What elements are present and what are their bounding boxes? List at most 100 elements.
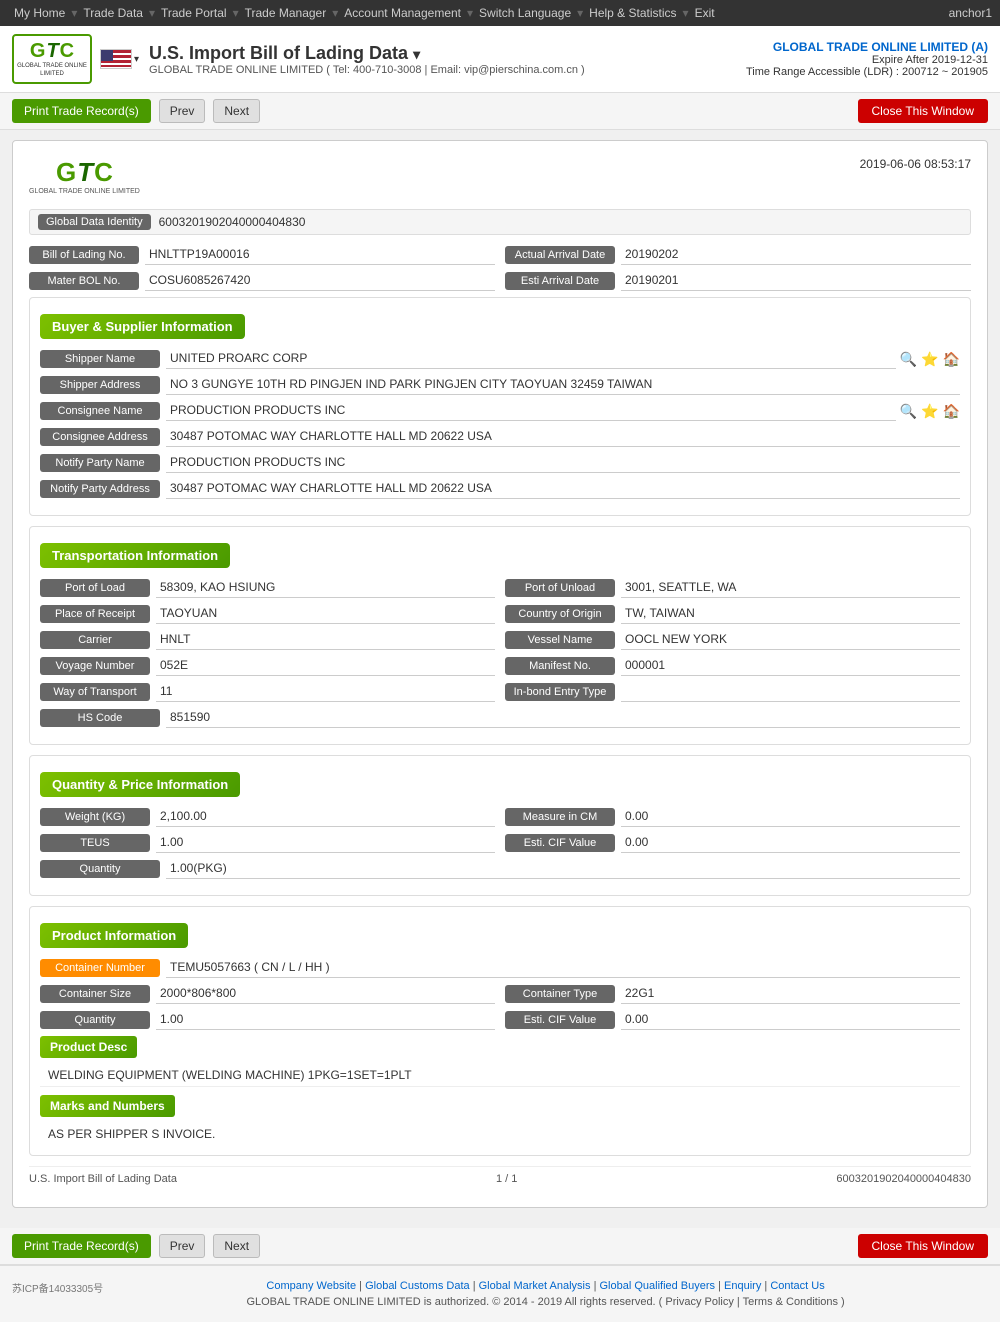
shipper-address-row: Shipper Address NO 3 GUNGYE 10TH RD PING…	[40, 375, 960, 395]
nav-trade-data[interactable]: Trade Data	[77, 6, 149, 20]
footer-contact-us[interactable]: Contact Us	[770, 1280, 824, 1292]
container-size-field: Container Size 2000*806*800	[40, 984, 495, 1004]
product-header: Product Information	[40, 923, 188, 948]
nav-trade-portal[interactable]: Trade Portal	[155, 6, 233, 20]
footer-copyright: GLOBAL TRADE ONLINE LIMITED is authorize…	[246, 1296, 844, 1308]
esti-arrival-label: Esti Arrival Date	[505, 272, 615, 290]
footer-enquiry[interactable]: Enquiry	[724, 1280, 761, 1292]
shipper-search-icon[interactable]: 🔍	[900, 351, 917, 368]
nav-my-home[interactable]: My Home	[8, 6, 71, 20]
document-date: 2019-06-06 08:53:17	[860, 157, 971, 171]
nav-switch-language[interactable]: Switch Language	[473, 6, 577, 20]
doc-footer-center: 1 / 1	[496, 1173, 517, 1185]
quantity-row: Quantity 1.00(PKG)	[40, 859, 960, 879]
buyer-supplier-section: Buyer & Supplier Information Shipper Nam…	[29, 297, 971, 516]
port-of-load-value: 58309, KAO HSIUNG	[156, 578, 495, 598]
consignee-star-icon[interactable]: ⭐	[921, 403, 938, 420]
measure-in-cm-value: 0.00	[621, 807, 960, 827]
next-button-bottom[interactable]: Next	[213, 1234, 260, 1258]
marks-numbers-value: AS PER SHIPPER S INVOICE.	[40, 1123, 960, 1145]
place-of-receipt-field: Place of Receipt TAOYUAN	[40, 604, 495, 624]
consignee-name-value: PRODUCTION PRODUCTS INC	[166, 401, 896, 421]
port-row: Port of Load 58309, KAO HSIUNG Port of U…	[40, 578, 960, 598]
bill-of-lading-value: HNLTTP19A00016	[145, 245, 495, 265]
page-title: U.S. Import Bill of Lading Data ▾	[149, 43, 746, 64]
footer-company-website[interactable]: Company Website	[266, 1280, 356, 1292]
footer-global-qualified-buyers[interactable]: Global Qualified Buyers	[599, 1280, 715, 1292]
shipper-address-value: NO 3 GUNGYE 10TH RD PINGJEN IND PARK PIN…	[166, 375, 960, 395]
footer-global-customs-data[interactable]: Global Customs Data	[365, 1280, 470, 1292]
way-of-transport-field: Way of Transport 11	[40, 682, 495, 702]
flag-dropdown[interactable]: ▾	[100, 49, 139, 69]
container-number-row: Container Number TEMU5057663 ( CN / L / …	[40, 958, 960, 978]
container-type-label: Container Type	[505, 985, 615, 1003]
prev-button-top[interactable]: Prev	[159, 99, 206, 123]
country-of-origin-value: TW, TAIWAN	[621, 604, 960, 624]
prev-button-bottom[interactable]: Prev	[159, 1234, 206, 1258]
master-bol-label: Mater BOL No.	[29, 272, 139, 290]
print-button-bottom[interactable]: Print Trade Record(s)	[12, 1234, 151, 1258]
vessel-name-field: Vessel Name OOCL NEW YORK	[505, 630, 960, 650]
consignee-address-value: 30487 POTOMAC WAY CHARLOTTE HALL MD 2062…	[166, 427, 960, 447]
expire-date: Expire After 2019-12-31	[746, 54, 988, 66]
bill-of-lading-field: Bill of Lading No. HNLTTP19A00016	[29, 245, 495, 265]
close-button-top[interactable]: Close This Window	[858, 99, 988, 123]
shipper-home-icon[interactable]: 🏠	[943, 351, 960, 368]
footer-center: Company Website | Global Customs Data | …	[103, 1280, 988, 1308]
shipper-icons: 🔍 ⭐ 🏠	[900, 351, 960, 368]
in-bond-entry-type-value	[621, 682, 960, 702]
actual-arrival-field: Actual Arrival Date 20190202	[505, 245, 971, 265]
doc-logo-subtitle: GLOBAL TRADE ONLINE LIMITED	[29, 188, 140, 195]
notify-party-name-value: PRODUCTION PRODUCTS INC	[166, 453, 960, 473]
footer-global-market-analysis[interactable]: Global Market Analysis	[479, 1280, 591, 1292]
receipt-origin-row: Place of Receipt TAOYUAN Country of Orig…	[40, 604, 960, 624]
product-quantity-label: Quantity	[40, 1011, 150, 1029]
container-size-label: Container Size	[40, 985, 150, 1003]
measure-in-cm-label: Measure in CM	[505, 808, 615, 826]
consignee-search-icon[interactable]: 🔍	[900, 403, 917, 420]
logo-gtc: G T C	[30, 40, 74, 63]
in-bond-entry-type-label: In-bond Entry Type	[505, 683, 615, 701]
document-header: G T C GLOBAL TRADE ONLINE LIMITED 2019-0…	[29, 157, 971, 195]
voyage-number-label: Voyage Number	[40, 657, 150, 675]
product-quantity-field: Quantity 1.00	[40, 1010, 495, 1030]
master-bol-value: COSU6085267420	[145, 271, 495, 291]
teus-label: TEUS	[40, 834, 150, 852]
shipper-star-icon[interactable]: ⭐	[921, 351, 938, 368]
carrier-field: Carrier HNLT	[40, 630, 495, 650]
next-button-top[interactable]: Next	[213, 99, 260, 123]
container-type-field: Container Type 22G1	[505, 984, 960, 1004]
notify-party-address-label: Notify Party Address	[40, 480, 160, 498]
container-size-value: 2000*806*800	[156, 984, 495, 1004]
ldr-range: Time Range Accessible (LDR) : 200712 ~ 2…	[746, 66, 988, 78]
place-of-receipt-value: TAOYUAN	[156, 604, 495, 624]
shipper-name-value: UNITED PROARC CORP	[166, 349, 896, 369]
document-card: G T C GLOBAL TRADE ONLINE LIMITED 2019-0…	[12, 140, 988, 1208]
close-button-bottom[interactable]: Close This Window	[858, 1234, 988, 1258]
nav-trade-manager[interactable]: Trade Manager	[239, 6, 333, 20]
consignee-home-icon[interactable]: 🏠	[943, 403, 960, 420]
nav-help-statistics[interactable]: Help & Statistics	[583, 6, 682, 20]
container-size-type-row: Container Size 2000*806*800 Container Ty…	[40, 984, 960, 1004]
title-dropdown-arrow[interactable]: ▾	[413, 46, 420, 62]
nav-account-management[interactable]: Account Management	[338, 6, 467, 20]
country-of-origin-field: Country of Origin TW, TAIWAN	[505, 604, 960, 624]
weight-kg-label: Weight (KG)	[40, 808, 150, 826]
port-of-unload-value: 3001, SEATTLE, WA	[621, 578, 960, 598]
weight-measure-row: Weight (KG) 2,100.00 Measure in CM 0.00	[40, 807, 960, 827]
consignee-name-row: Consignee Name PRODUCTION PRODUCTS INC 🔍…	[40, 401, 960, 421]
logo-area: G T C GLOBAL TRADE ONLINE LIMITED ▾	[12, 34, 139, 84]
global-data-identity-row: Global Data Identity 6003201902040000404…	[29, 209, 971, 235]
transportation-section: Transportation Information Port of Load …	[29, 526, 971, 745]
product-section: Product Information Container Number TEM…	[29, 906, 971, 1156]
print-button-top[interactable]: Print Trade Record(s)	[12, 99, 151, 123]
manifest-no-label: Manifest No.	[505, 657, 615, 675]
consignee-icons: 🔍 ⭐ 🏠	[900, 403, 960, 420]
company-name: GLOBAL TRADE ONLINE LIMITED (A)	[746, 40, 988, 54]
notify-party-address-row: Notify Party Address 30487 POTOMAC WAY C…	[40, 479, 960, 499]
nav-exit[interactable]: Exit	[689, 6, 721, 20]
quantity-price-section: Quantity & Price Information Weight (KG)…	[29, 755, 971, 896]
shipper-name-row: Shipper Name UNITED PROARC CORP 🔍 ⭐ 🏠	[40, 349, 960, 369]
marks-numbers-label: Marks and Numbers	[40, 1095, 175, 1117]
container-number-value: TEMU5057663 ( CN / L / HH )	[166, 958, 960, 978]
